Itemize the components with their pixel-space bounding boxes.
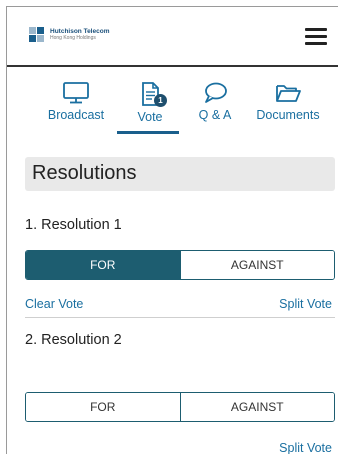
resolution-2-against-button[interactable]: AGAINST bbox=[180, 393, 334, 421]
company-logo[interactable]: Hutchison Telecom Hong Kong Holdings bbox=[29, 27, 109, 43]
tab-documents-label: Documents bbox=[256, 108, 320, 122]
resolution-1-clear-vote-link[interactable]: Clear Vote bbox=[25, 297, 83, 311]
tab-broadcast-label: Broadcast bbox=[47, 108, 105, 122]
logo-text: Hutchison Telecom Hong Kong Holdings bbox=[50, 28, 109, 42]
monitor-icon bbox=[63, 82, 89, 104]
tab-documents[interactable]: Documents bbox=[251, 75, 325, 133]
resolution-2-vote-group: FOR AGAINST bbox=[25, 392, 335, 422]
resolutions-header: Resolutions bbox=[25, 157, 335, 191]
tab-qa[interactable]: Q & A bbox=[193, 75, 237, 133]
vote-count-badge: 1 bbox=[154, 94, 167, 107]
tab-vote-label: Vote bbox=[137, 110, 163, 124]
tab-qa-label: Q & A bbox=[198, 108, 232, 122]
speech-bubble-icon bbox=[205, 82, 227, 103]
hamburger-menu-icon[interactable] bbox=[305, 28, 327, 46]
tab-vote[interactable]: 1 Vote bbox=[122, 75, 178, 133]
active-tab-indicator bbox=[117, 131, 179, 134]
resolution-1-split-vote-link[interactable]: Split Vote bbox=[279, 297, 332, 311]
resolution-1-vote-group: FOR AGAINST bbox=[25, 250, 335, 280]
app-frame: Hutchison Telecom Hong Kong Holdings Bro… bbox=[6, 6, 338, 454]
section-title: Resolutions bbox=[32, 162, 137, 184]
resolution-2-split-vote-link[interactable]: Split Vote bbox=[279, 441, 332, 454]
resolution-1-title: 1. Resolution 1 bbox=[25, 217, 122, 233]
logo-mark-icon bbox=[29, 27, 45, 43]
tab-bar: Broadcast 1 Vote Q & A Documents bbox=[7, 75, 338, 135]
tab-broadcast[interactable]: Broadcast bbox=[45, 75, 107, 133]
app-header: Hutchison Telecom Hong Kong Holdings bbox=[7, 7, 338, 67]
resolution-2-for-button[interactable]: FOR bbox=[26, 393, 181, 421]
logo-line-2: Hong Kong Holdings bbox=[50, 35, 96, 41]
resolution-1-for-button[interactable]: FOR bbox=[26, 251, 181, 279]
resolution-1-against-button[interactable]: AGAINST bbox=[180, 251, 334, 279]
logo-line-1: Hutchison Telecom bbox=[50, 28, 110, 35]
resolution-divider bbox=[25, 317, 335, 318]
resolution-2-title: 2. Resolution 2 bbox=[25, 332, 122, 348]
folder-icon bbox=[276, 85, 301, 102]
